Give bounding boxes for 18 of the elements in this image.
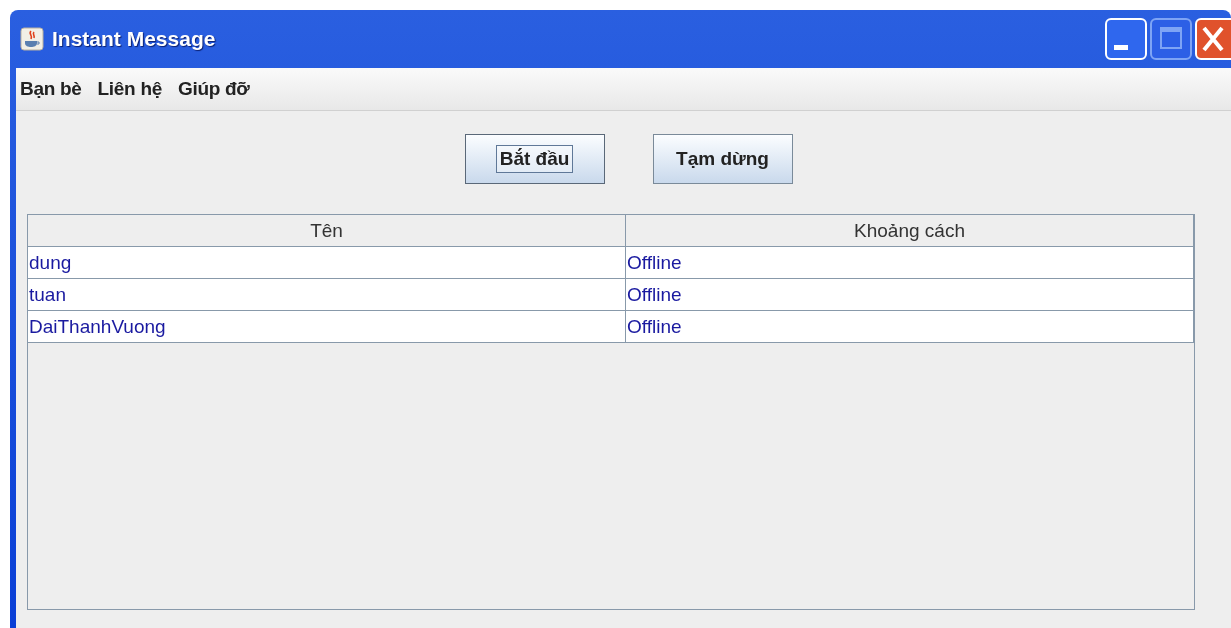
table-cell: Offline [626,311,1194,343]
menu-item[interactable]: Bạn bè [20,78,82,100]
menu-item[interactable]: Liên hệ [97,78,162,100]
menu-item[interactable]: Giúp đỡ [177,78,250,100]
table-cell: dung [28,247,626,279]
window-title: Instant Message [52,27,216,51]
column-header[interactable]: Tên [28,215,626,247]
table-cell: Offline [626,247,1194,279]
minimize-button[interactable] [1105,18,1147,60]
action-button[interactable]: Tạm dừng [652,134,793,184]
table-cell: Offline [626,279,1194,311]
table-cell: DaiThanhVuong [28,311,626,343]
table-cell: tuan [28,279,626,311]
action-button[interactable]: Bắt đầu [464,134,605,184]
close-button[interactable] [1195,18,1231,60]
column-header[interactable]: Khoảng cách [626,215,1194,247]
java-cup-icon [20,27,44,51]
maximize-button[interactable] [1150,18,1192,60]
